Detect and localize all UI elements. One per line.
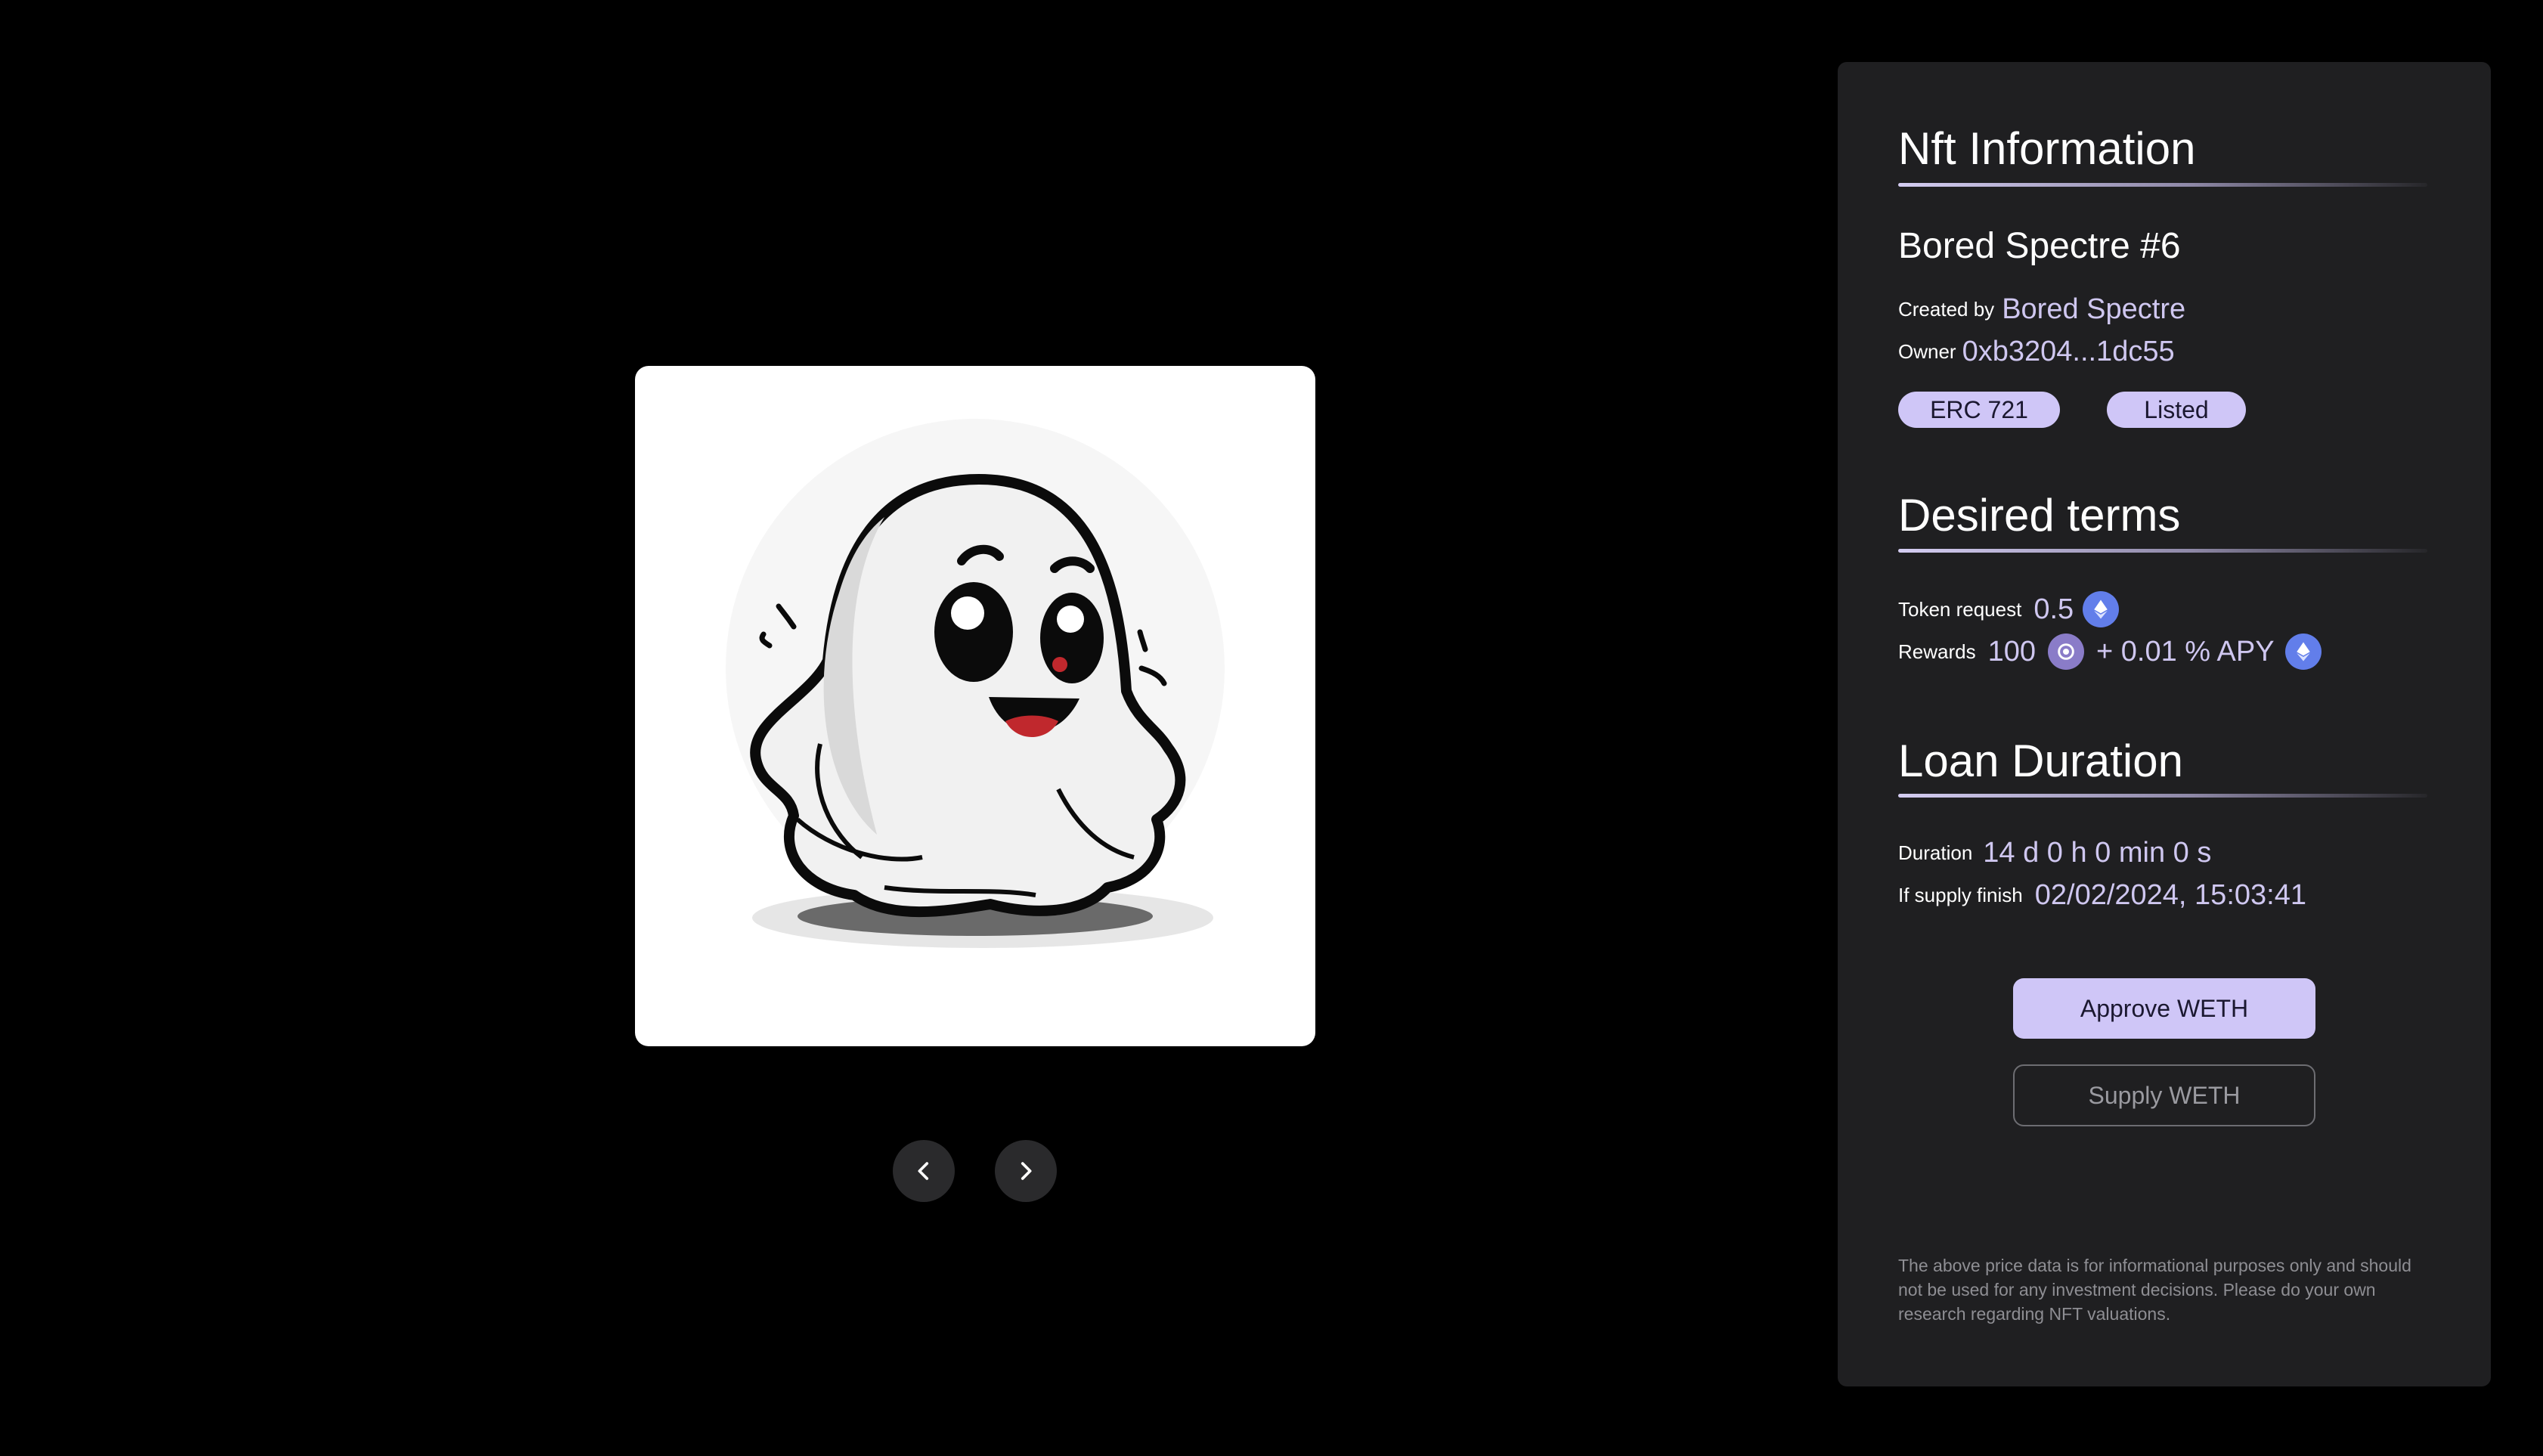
ghost-illustration xyxy=(726,419,1225,948)
chevron-right-icon xyxy=(1021,1162,1032,1180)
owner-label: Owner xyxy=(1898,340,1956,363)
section-divider xyxy=(1898,549,2427,553)
reward-token-icon xyxy=(2048,634,2084,670)
desired-terms-title: Desired terms xyxy=(1898,490,2181,541)
owner-row: Owner 0xb3204...1dc55 xyxy=(1898,336,2175,368)
nft-information-title: Nft Information xyxy=(1898,123,2196,174)
duration-label: Duration xyxy=(1898,841,1973,864)
supply-weth-button[interactable]: Supply WETH xyxy=(2013,1064,2315,1126)
duration-value: 14 d 0 h 0 min 0 s xyxy=(1983,837,2212,869)
section-divider xyxy=(1898,183,2427,187)
next-image-button[interactable] xyxy=(995,1140,1057,1202)
token-request-label: Token request xyxy=(1898,597,2022,621)
supply-finish-row: If supply finish 02/02/2024, 15:03:41 xyxy=(1898,879,2306,912)
creator-link[interactable]: Bored Spectre xyxy=(2002,293,2185,326)
section-divider xyxy=(1898,794,2427,798)
listing-status-badge: Listed xyxy=(2107,392,2246,428)
rewards-row: Rewards 100 + 0.01 % APY xyxy=(1898,634,2322,670)
token-request-value: 0.5 xyxy=(2033,593,2074,625)
owner-address[interactable]: 0xb3204...1dc55 xyxy=(1962,336,2175,368)
created-by-row: Created by Bored Spectre xyxy=(1898,293,2185,326)
price-disclaimer: The above price data is for informationa… xyxy=(1898,1256,2411,1324)
loan-duration-title: Loan Duration xyxy=(1898,736,2183,786)
supply-finish-label: If supply finish xyxy=(1898,884,2023,906)
previous-image-button[interactable] xyxy=(893,1140,955,1202)
nft-name: Bored Spectre #6 xyxy=(1898,226,2181,266)
nft-info-panel: Nft Information Bored Spectre #6 Created… xyxy=(1838,62,2491,1386)
approve-weth-button[interactable]: Approve WETH xyxy=(2013,978,2315,1039)
token-request-row: Token request 0.5 xyxy=(1898,591,2120,627)
supply-finish-value: 02/02/2024, 15:03:41 xyxy=(2034,879,2306,911)
ethereum-icon xyxy=(2083,591,2120,627)
rewards-label: Rewards xyxy=(1898,640,1976,663)
ethereum-icon xyxy=(2284,634,2322,670)
created-by-label: Created by xyxy=(1898,298,1995,321)
rewards-apy: + 0.01 % APY xyxy=(2096,635,2275,668)
chevron-left-icon xyxy=(918,1162,929,1180)
token-standard-badge: ERC 721 xyxy=(1898,392,2060,428)
nft-image xyxy=(635,366,1315,1046)
duration-row: Duration 14 d 0 h 0 min 0 s xyxy=(1898,837,2211,869)
rewards-value: 100 xyxy=(1987,635,2036,668)
